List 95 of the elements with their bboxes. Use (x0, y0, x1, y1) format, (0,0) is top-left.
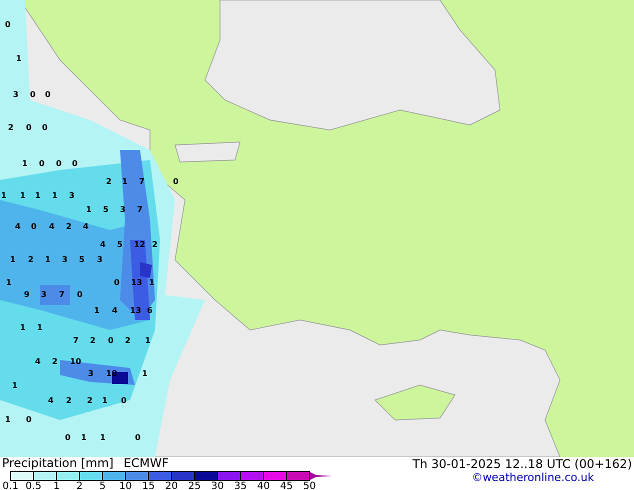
precipitation-value: 2 (125, 336, 131, 345)
precipitation-value: 1 (100, 433, 106, 442)
precipitation-value: 3 (41, 290, 47, 299)
precipitation-value: 13 (131, 278, 142, 287)
precipitation-value: 3 (69, 191, 75, 200)
precipitation-value: 1 (94, 306, 100, 315)
precipitation-value: 7 (139, 177, 145, 186)
precipitation-value: 0 (30, 90, 36, 99)
legend-label: 25 (187, 481, 202, 490)
precipitation-value: 0 (72, 159, 78, 168)
legend-label: 15 (141, 481, 156, 490)
valid-time: Th 30-01-2025 12..18 UTC (00+162) (412, 457, 632, 471)
precipitation-value: 1 (37, 323, 43, 332)
precipitation-value: 2 (8, 123, 14, 132)
precipitation-value: 1 (5, 415, 11, 424)
precipitation-value: 0 (108, 336, 114, 345)
precipitation-value: 1 (52, 191, 58, 200)
precipitation-value: 1 (22, 159, 28, 168)
precipitation-value: 0 (77, 290, 83, 299)
precipitation-value: 1 (12, 381, 18, 390)
precipitation-value: 0 (173, 177, 179, 186)
precipitation-value: 5 (103, 205, 109, 214)
precipitation-value: 5 (79, 255, 85, 264)
precipitation-value: 7 (137, 205, 143, 214)
legend-label: 5 (98, 481, 107, 490)
precipitation-value: 1 (45, 255, 51, 264)
precipitation-value: 2 (28, 255, 34, 264)
precipitation-value: 1 (102, 396, 108, 405)
legend-label: 35 (233, 481, 248, 490)
legend-label: 30 (210, 481, 225, 490)
precipitation-value: 2 (106, 177, 112, 186)
precipitation-value: 0 (31, 222, 37, 231)
precipitation-value: 1 (20, 191, 26, 200)
legend-label: 0.1 (2, 481, 20, 490)
precipitation-value: 0 (5, 20, 11, 29)
precipitation-value: 0 (26, 123, 32, 132)
credit-link[interactable]: ©weatheronline.co.uk (472, 471, 594, 485)
precipitation-value: 1 (16, 54, 22, 63)
precipitation-value: 3 (97, 255, 103, 264)
precipitation-value: 0 (121, 396, 127, 405)
legend-label: 40 (256, 481, 271, 490)
precipitation-value: 7 (59, 290, 65, 299)
legend-label: 1 (52, 481, 61, 490)
precipitation-value: 2 (87, 396, 93, 405)
precipitation-value: 5 (117, 240, 123, 249)
precipitation-value: 1 (1, 191, 7, 200)
precipitation-value: 0 (56, 159, 62, 168)
legend-label: 20 (164, 481, 179, 490)
precipitation-value: 1 (122, 177, 128, 186)
precipitation-value: 0 (42, 123, 48, 132)
precipitation-value: 1 (10, 255, 16, 264)
precipitation-value: 1 (86, 205, 92, 214)
precipitation-value: 2 (152, 240, 158, 249)
model-name: ECMWF (124, 457, 169, 470)
precipitation-value: 1 (145, 336, 151, 345)
precipitation-value: 3 (120, 205, 126, 214)
legend-label: 2 (75, 481, 84, 490)
legend-label: 10 (118, 481, 133, 490)
precipitation-value: 0 (39, 159, 45, 168)
precipitation-value: 0 (26, 415, 32, 424)
precipitation-value: 6 (147, 306, 153, 315)
precipitation-value: 0 (135, 433, 141, 442)
precipitation-value: 4 (35, 357, 41, 366)
precipitation-value: 2 (66, 396, 72, 405)
precipitation-value: 1 (142, 369, 148, 378)
precipitation-value: 4 (100, 240, 106, 249)
precipitation-value: 1 (81, 433, 87, 442)
precipitation-value: 2 (66, 222, 72, 231)
precipitation-value: 4 (49, 222, 55, 231)
precipitation-value: 9 (24, 290, 30, 299)
precipitation-value: 7 (73, 336, 79, 345)
precipitation-value: 4 (15, 222, 21, 231)
precipitation-value: 4 (83, 222, 89, 231)
legend-label: 45 (279, 481, 294, 490)
precipitation-value: 0 (45, 90, 51, 99)
precipitation-value: 3 (13, 90, 19, 99)
precipitation-value: 1 (149, 278, 155, 287)
precipitation-value: 1 (35, 191, 41, 200)
precipitation-value: 3 (62, 255, 68, 264)
map-title: Precipitation [mm] (2, 457, 114, 470)
precipitation-value: 13 (130, 306, 142, 315)
precipitation-value: 12 (134, 240, 146, 249)
precipitation-value: 0 (65, 433, 71, 442)
precipitation-value: 3 (88, 369, 94, 378)
precipitation-value: 4 (48, 396, 54, 405)
precipitation-value: 0 (114, 278, 120, 287)
precipitation-value: 1 (20, 323, 26, 332)
precipitation-value: 1 (6, 278, 12, 287)
legend-label: 50 (302, 481, 317, 490)
legend-label: 0.5 (24, 481, 42, 490)
precipitation-value: 2 (90, 336, 96, 345)
precipitation-value: 10 (70, 357, 82, 366)
precipitation-value: 18 (106, 369, 118, 378)
precipitation-value: 4 (112, 306, 118, 315)
precipitation-value: 2 (52, 357, 58, 366)
